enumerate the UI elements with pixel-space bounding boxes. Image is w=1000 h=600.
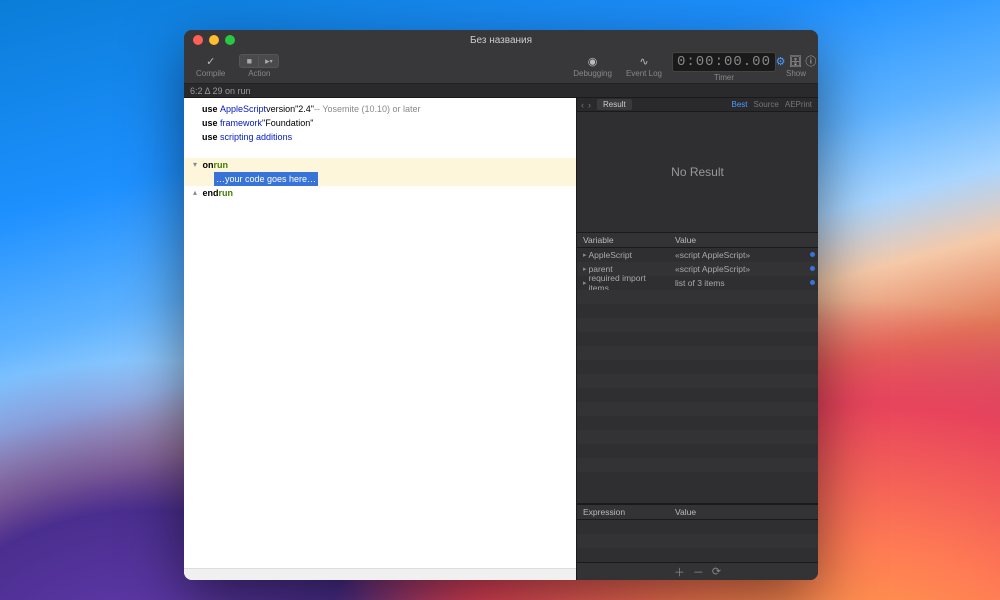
timer-value: 0:00:00.00 [672, 52, 776, 72]
no-result-label: No Result [671, 165, 724, 179]
nav-forward-icon[interactable]: › [588, 100, 591, 110]
format-best[interactable]: Best [732, 100, 748, 109]
refresh-button[interactable]: ⟳ [712, 565, 721, 578]
cursor-position: 6:2 Δ 29 on run [190, 86, 251, 96]
code-editor[interactable]: use AppleScript version "2.4" -- Yosemit… [184, 98, 576, 568]
fold-up-icon[interactable]: ▴ [190, 186, 200, 200]
timer-display: 0:00:00.00 Timer [672, 52, 776, 82]
variables-table: Variable Value ▸AppleScript«script Apple… [577, 232, 818, 503]
gears-icon: ⚙ [776, 55, 786, 68]
action-button[interactable]: ■ ▸▾ Action [235, 52, 283, 80]
inspector-pane: ‹ › Result Best Source AEPrint No Result… [576, 98, 818, 580]
briefcase-icon: 🗄 [788, 55, 802, 68]
expressions-body[interactable] [577, 520, 818, 562]
status-bar: 6:2 Δ 29 on run [184, 84, 818, 98]
fold-down-icon[interactable]: ▾ [190, 158, 200, 172]
titlebar[interactable]: Без названия [184, 30, 818, 50]
result-view: No Result [577, 112, 818, 232]
chevron-right-icon[interactable]: ▸ [583, 265, 587, 273]
expressions-header: Expression Value [577, 504, 818, 520]
inspector-bottombar: ＋ － ⟳ [577, 562, 818, 580]
editor-pane: use AppleScript version "2.4" -- Yosemit… [184, 98, 576, 580]
script-debugger-window: Без названия ✓ Compile ■ ▸▾ Action ◉ Deb… [184, 30, 818, 580]
status-dot [810, 252, 815, 257]
pulse-icon: ∿ [635, 54, 653, 68]
variables-body[interactable]: ▸AppleScript«script AppleScript» ▸parent… [577, 248, 818, 503]
table-row[interactable]: ▸required import itemslist of 3 items [577, 276, 818, 290]
window-title: Без названия [184, 35, 818, 46]
chevron-right-icon[interactable]: ▸ [583, 279, 587, 287]
nav-back-icon[interactable]: ‹ [581, 100, 584, 110]
table-row[interactable]: ▸AppleScript«script AppleScript» [577, 248, 818, 262]
remove-button[interactable]: － [693, 564, 704, 580]
horizontal-scrollbar[interactable] [184, 568, 576, 580]
code-placeholder[interactable]: …your code goes here… [214, 172, 318, 186]
format-source[interactable]: Source [754, 100, 779, 109]
chevron-right-icon[interactable]: ▸ [583, 251, 587, 259]
checkmark-icon: ✓ [202, 54, 220, 68]
info-icon: ⓘ [805, 53, 816, 69]
status-dot [810, 266, 815, 271]
stop-icon[interactable]: ■ [239, 54, 259, 68]
toolbar: ✓ Compile ■ ▸▾ Action ◉ Debugging ∿ Even… [184, 50, 818, 84]
show-button[interactable]: ⚙ 🗄 ⓘ Show [782, 52, 810, 80]
status-dot [810, 280, 815, 285]
eventlog-button[interactable]: ∿ Event Log [622, 52, 666, 80]
play-icon[interactable]: ▸▾ [259, 54, 279, 68]
compile-button[interactable]: ✓ Compile [192, 52, 229, 80]
result-tabbar: ‹ › Result Best Source AEPrint [577, 98, 818, 112]
debugging-button[interactable]: ◉ Debugging [569, 52, 616, 80]
gauge-icon: ◉ [584, 54, 602, 68]
expressions-table: Expression Value [577, 503, 818, 562]
variables-header: Variable Value [577, 232, 818, 248]
add-button[interactable]: ＋ [674, 564, 685, 580]
result-tab[interactable]: Result [597, 99, 632, 110]
format-aeprint[interactable]: AEPrint [785, 100, 812, 109]
